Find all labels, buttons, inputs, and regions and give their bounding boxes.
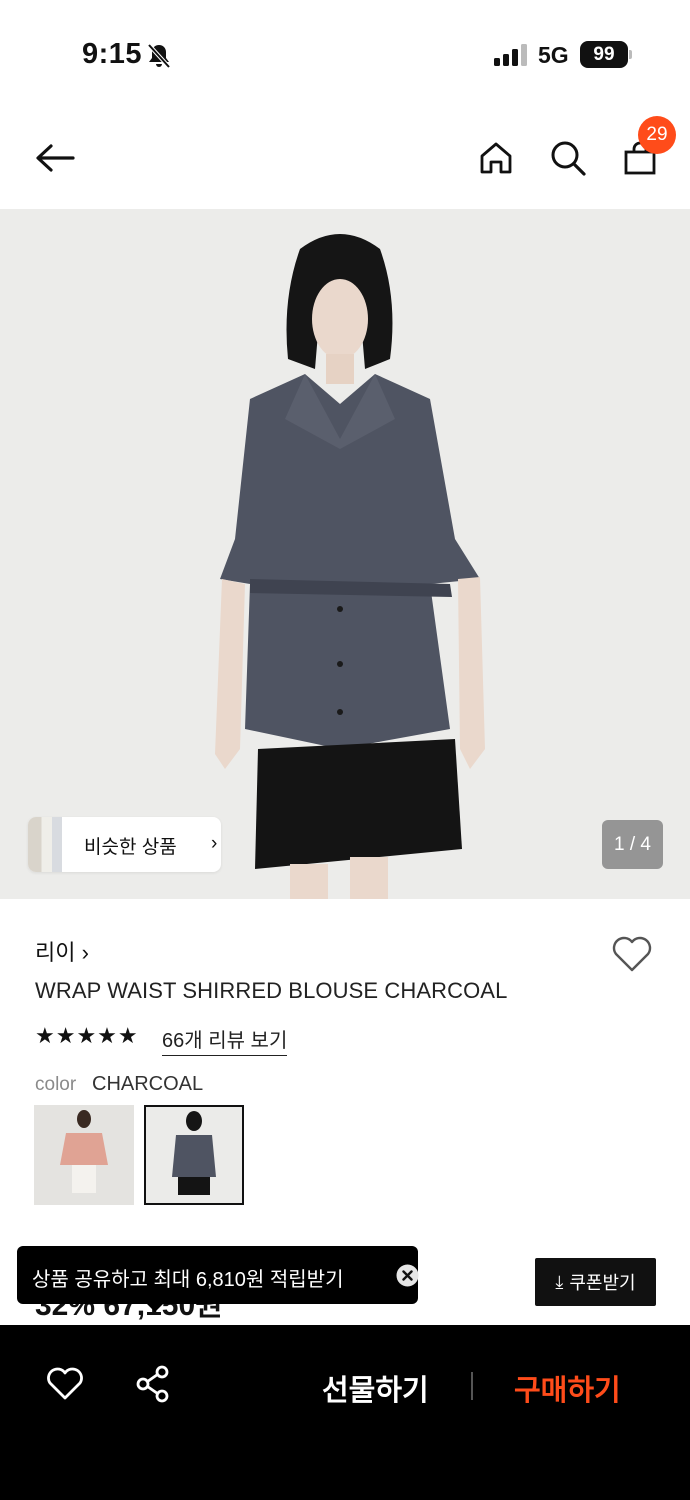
close-icon[interactable]: [395, 1263, 420, 1288]
back-button[interactable]: [30, 133, 80, 183]
gift-button[interactable]: 선물하기: [322, 1367, 429, 1409]
rating-stars: ★★★★★: [35, 1023, 139, 1048]
home-icon: [480, 142, 512, 174]
product-image[interactable]: [0, 209, 690, 899]
battery-cap: [629, 50, 632, 59]
cart-count-badge: 29: [638, 116, 676, 154]
download-icon: ⤓: [555, 1271, 564, 1292]
status-bar: 9:15 5G 99: [0, 0, 690, 110]
swatch-image: [34, 1105, 134, 1205]
heart-icon: [612, 936, 652, 972]
chevron-right-icon: ›: [211, 833, 218, 854]
bottom-action-bar: 선물하기 구매하기: [0, 1325, 690, 1500]
network-label: 5G: [538, 42, 569, 68]
review-link[interactable]: 66개 리뷰 보기: [162, 1024, 288, 1056]
share-button[interactable]: [132, 1363, 174, 1405]
coupon-download-button[interactable]: ⤓ 쿠폰받기: [535, 1258, 656, 1306]
chevron-right-icon: ›: [81, 940, 89, 965]
similar-products-button[interactable]: 비슷한 상품 ›: [28, 817, 221, 872]
color-swatch-charcoal[interactable]: [144, 1105, 244, 1205]
buy-button[interactable]: 구매하기: [514, 1367, 621, 1409]
battery-indicator: 99: [580, 41, 628, 68]
similar-products-label: 비슷한 상품: [84, 837, 177, 858]
color-label: color: [35, 1074, 77, 1095]
model-photo: [0, 209, 690, 899]
bottom-wishlist-button[interactable]: [44, 1363, 86, 1405]
similar-thumbnail: [28, 817, 62, 872]
heart-icon: [47, 1367, 83, 1400]
brand-link[interactable]: 리이 ›: [35, 935, 89, 967]
arrow-left-icon: [36, 144, 75, 172]
coupon-label: 쿠폰받기: [569, 1273, 636, 1293]
wishlist-button[interactable]: [608, 930, 656, 978]
search-button[interactable]: [543, 133, 593, 183]
share-reward-tooltip: 상품 공유하고 최대 6,810원 적립받기: [17, 1246, 420, 1304]
tooltip-text: 상품 공유하고 최대 6,810원 적립받기: [32, 1269, 344, 1291]
top-nav: [0, 110, 690, 208]
color-swatch-pink[interactable]: [34, 1105, 134, 1205]
brand-name: 리이: [35, 940, 76, 965]
bell-muted-icon: [147, 43, 171, 69]
status-time: 9:15: [82, 38, 143, 70]
signal-icon: [494, 44, 527, 66]
swatch-image: [146, 1107, 242, 1203]
share-icon: [136, 1365, 169, 1403]
home-button[interactable]: [471, 133, 521, 183]
image-page-indicator: 1 / 4: [602, 820, 663, 869]
search-icon: [551, 141, 586, 176]
tooltip-tail: [145, 1302, 165, 1312]
product-title: WRAP WAIST SHIRRED BLOUSE CHARCOAL: [35, 978, 508, 1003]
bottom-divider: [471, 1372, 473, 1400]
color-value: CHARCOAL: [92, 1073, 204, 1095]
